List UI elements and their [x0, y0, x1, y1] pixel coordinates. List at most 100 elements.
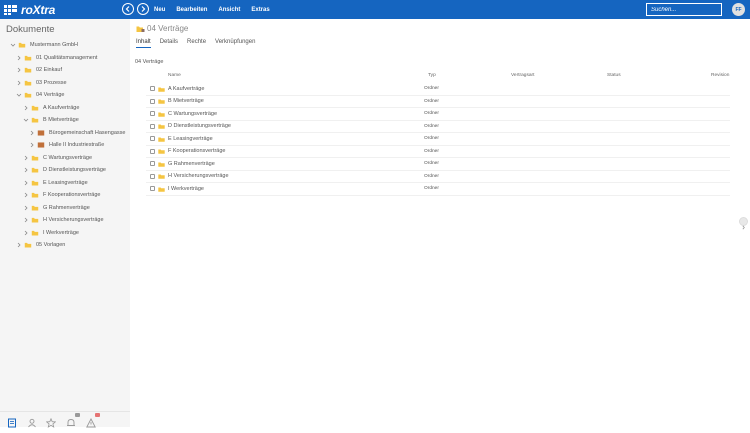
- chevron-down-icon[interactable]: [10, 42, 16, 48]
- warning-badge: [95, 413, 100, 417]
- tree-item[interactable]: Mustermann GmbH: [10, 40, 78, 50]
- main-content: 04 Verträge Inhalt Details Rechte Verknü…: [130, 19, 750, 427]
- documents-icon[interactable]: [7, 415, 17, 428]
- tree-item[interactable]: B Mietverträge: [23, 115, 79, 125]
- tree-item[interactable]: E Leasingverträge: [23, 178, 88, 188]
- chevron-right-icon[interactable]: [16, 80, 22, 86]
- column-header-contract-type[interactable]: Vertragsart: [511, 73, 534, 78]
- chevron-right-icon: [742, 225, 745, 230]
- table-row[interactable]: E Leasingverträge Ordner: [146, 133, 730, 146]
- warning-icon[interactable]: [86, 413, 100, 428]
- logo[interactable]: roXtra: [4, 0, 55, 19]
- row-checkbox[interactable]: [150, 186, 155, 191]
- chevron-right-icon[interactable]: [23, 205, 29, 211]
- tree-item[interactable]: H Versicherungsverträge: [23, 215, 104, 225]
- row-checkbox[interactable]: [150, 148, 155, 154]
- tree-item[interactable]: A Kaufverträge: [23, 103, 79, 113]
- row-name[interactable]: B Mietverträge: [168, 98, 204, 104]
- tree-item[interactable]: 03 Prozesse: [16, 78, 67, 88]
- tab-rechte[interactable]: Rechte: [187, 39, 206, 48]
- tree-item[interactable]: 04 Verträge: [16, 90, 64, 100]
- tree-item-label: I Werkverträge: [43, 229, 79, 236]
- row-checkbox[interactable]: [150, 161, 155, 166]
- tree-item[interactable]: 01 Qualitätsmanagement: [16, 53, 97, 63]
- tab-details[interactable]: Details: [160, 39, 178, 48]
- chevron-down-icon[interactable]: [23, 117, 29, 123]
- row-name[interactable]: D Dienstleistungsverträge: [168, 123, 231, 129]
- tree-item[interactable]: 02 Einkauf: [16, 65, 62, 75]
- star-icon[interactable]: [45, 415, 57, 428]
- tree-item[interactable]: I Werkverträge: [23, 228, 79, 238]
- search-input[interactable]: [646, 3, 722, 16]
- tree-item[interactable]: F Kooperationsverträge: [23, 190, 100, 200]
- chevron-right-icon[interactable]: [23, 217, 29, 223]
- back-button[interactable]: [122, 3, 134, 15]
- table-row[interactable]: A Kaufverträge Ordner: [146, 83, 730, 96]
- chevron-right-icon[interactable]: [23, 230, 29, 236]
- column-header-type[interactable]: Typ: [428, 73, 436, 78]
- row-checkbox[interactable]: [150, 86, 155, 91]
- row-name[interactable]: E Leasingverträge: [168, 136, 213, 142]
- row-checkbox[interactable]: [150, 98, 155, 104]
- forward-button[interactable]: [137, 3, 149, 15]
- menu-item-ansicht[interactable]: Ansicht: [218, 7, 240, 13]
- folder-icon: [31, 155, 39, 161]
- table-row[interactable]: F Kooperationsverträge Ordner: [146, 146, 730, 158]
- tab-verknuepfungen[interactable]: Verknüpfungen: [215, 39, 255, 48]
- folder-lock-icon: [136, 26, 145, 32]
- table-row[interactable]: H Versicherungsverträge Ordner: [146, 171, 730, 183]
- table-row[interactable]: D Dienstleistungsverträge Ordner: [146, 121, 730, 133]
- page-title: 04 Verträge: [136, 24, 188, 33]
- column-header-status[interactable]: Status: [607, 73, 621, 78]
- tree-item[interactable]: Halle II Industriestraße: [29, 140, 104, 150]
- user-icon[interactable]: [27, 415, 37, 428]
- chevron-right-icon[interactable]: [23, 180, 29, 186]
- tree-item[interactable]: D Dienstleistungsverträge: [23, 165, 106, 175]
- tab-inhalt[interactable]: Inhalt: [136, 39, 151, 48]
- folder-icon: [158, 174, 165, 179]
- chevron-down-icon[interactable]: [16, 92, 22, 98]
- menu-item-extras[interactable]: Extras: [251, 7, 269, 13]
- tree-item-label: D Dienstleistungsverträge: [43, 167, 106, 173]
- row-name[interactable]: I Werkverträge: [168, 186, 204, 192]
- row-name[interactable]: H Versicherungsverträge: [168, 173, 229, 179]
- row-type: Ordner: [424, 98, 439, 104]
- tree-item-label: F Kooperationsverträge: [43, 192, 101, 198]
- table-row[interactable]: G Rahmenverträge Ordner: [146, 158, 730, 171]
- chevron-right-icon[interactable]: [16, 55, 22, 61]
- chevron-right-icon[interactable]: [16, 242, 22, 248]
- folder-icon: [37, 142, 45, 148]
- chevron-right-icon[interactable]: [23, 192, 29, 198]
- chevron-right-icon[interactable]: [23, 155, 29, 161]
- chevron-right-icon[interactable]: [29, 130, 35, 136]
- bell-icon[interactable]: [66, 413, 80, 426]
- table-row[interactable]: C Wartungsverträge Ordner: [146, 108, 730, 121]
- column-header-revision[interactable]: Revision: [711, 73, 729, 78]
- tree-item[interactable]: 05 Vorlagen: [16, 240, 65, 250]
- tree-item[interactable]: Bürogemeinschaft Hasengasse: [29, 128, 125, 138]
- row-checkbox[interactable]: [150, 173, 155, 179]
- collapse-panel-handle[interactable]: [739, 217, 748, 230]
- row-name[interactable]: A Kaufverträge: [168, 86, 204, 92]
- user-avatar[interactable]: FF: [732, 3, 745, 16]
- row-name[interactable]: C Wartungsverträge: [168, 111, 217, 117]
- menu-item-bearbeiten[interactable]: Bearbeiten: [176, 7, 207, 13]
- row-checkbox[interactable]: [150, 136, 155, 141]
- chevron-right-icon[interactable]: [23, 167, 29, 173]
- table-row[interactable]: I Werkverträge Ordner: [146, 183, 730, 196]
- folder-icon: [18, 42, 26, 48]
- row-name[interactable]: G Rahmenverträge: [168, 161, 215, 167]
- row-checkbox[interactable]: [150, 111, 155, 116]
- menu-item-neu[interactable]: Neu: [154, 7, 165, 13]
- chevron-right-icon[interactable]: [16, 67, 22, 73]
- table-row[interactable]: B Mietverträge Ordner: [146, 96, 730, 108]
- column-header-name[interactable]: Name: [168, 73, 181, 78]
- tree-item[interactable]: C Wartungsverträge: [23, 153, 92, 163]
- row-checkbox[interactable]: [150, 123, 155, 129]
- folder-icon: [158, 162, 165, 167]
- chevron-right-icon[interactable]: [29, 142, 35, 148]
- row-name[interactable]: F Kooperationsverträge: [168, 148, 225, 154]
- chevron-right-icon[interactable]: [23, 105, 29, 111]
- tree-item[interactable]: G Rahmenverträge: [23, 203, 90, 213]
- folder-icon: [158, 124, 165, 129]
